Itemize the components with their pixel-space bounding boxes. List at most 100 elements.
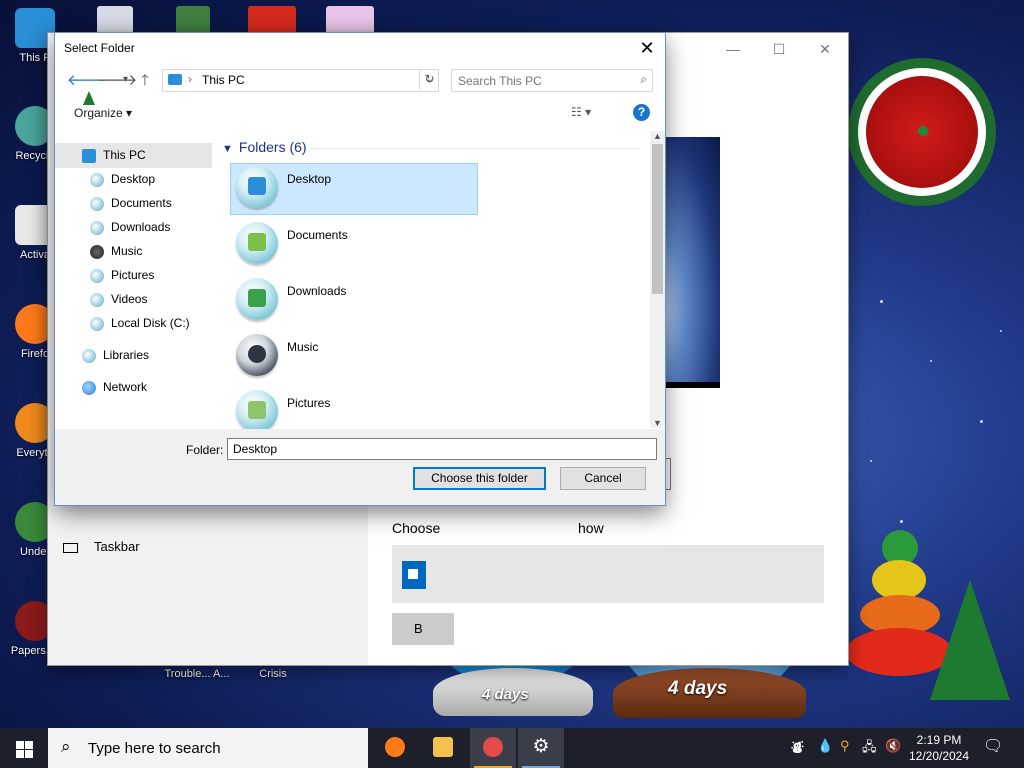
- address-bar[interactable]: › This PC ⌄: [162, 69, 439, 92]
- nav-item-taskbar[interactable]: Taskbar: [63, 539, 140, 554]
- documents-icon: [90, 196, 104, 211]
- choose-fit-label-tail: how: [578, 520, 604, 536]
- windows-logo-icon: [16, 741, 24, 749]
- breadcrumb-separator-icon[interactable]: ›: [188, 72, 192, 86]
- clock-date: 12/20/2024: [908, 749, 970, 763]
- maximize-button[interactable]: ☐: [756, 33, 802, 65]
- minimize-button[interactable]: —: [710, 33, 756, 65]
- music-icon: [90, 244, 104, 259]
- taskbar-firefox[interactable]: [372, 728, 418, 768]
- droplet-icon[interactable]: 💧: [817, 738, 833, 754]
- desktop-icon: [90, 172, 104, 187]
- tree-item-local-disk[interactable]: Local Disk (C:): [90, 312, 190, 334]
- taskbar-file-explorer[interactable]: [420, 728, 466, 768]
- tree-item-desktop[interactable]: Desktop: [90, 168, 155, 190]
- downloads-icon: [90, 220, 104, 235]
- close-button[interactable]: ✕: [802, 33, 848, 65]
- volume-muted-icon[interactable]: 🔇: [885, 738, 901, 754]
- desktop-icon-crisis[interactable]: Crisis: [238, 668, 308, 680]
- folder-item-desktop[interactable]: Desktop: [230, 163, 478, 215]
- christmas-tree-cursor-icon: [83, 91, 95, 105]
- help-icon[interactable]: ?: [633, 104, 650, 121]
- folders-group-header[interactable]: ▼ Folders (6): [222, 139, 307, 155]
- desktop-folder-icon: [236, 166, 278, 208]
- search-tool-icon[interactable]: ⚲: [840, 738, 850, 754]
- scrollbar-thumb[interactable]: [652, 144, 663, 294]
- start-button[interactable]: [0, 728, 48, 768]
- tree-item-videos[interactable]: Videos: [90, 288, 147, 310]
- shortcut-icon[interactable]: [176, 6, 210, 34]
- fit-option-box[interactable]: [392, 545, 824, 603]
- taskbar: ⌕ Type here to search ⚙ ⛇ 💧 ⚲ 🖧 🔇 2:19 P…: [0, 728, 1024, 768]
- system-clock[interactable]: 2:19 PM 12/20/2024: [900, 732, 978, 764]
- tree-item-pictures[interactable]: Pictures: [90, 264, 154, 286]
- downloads-folder-icon: [236, 278, 278, 320]
- search-icon: ⌕: [640, 72, 647, 86]
- folder-item-documents[interactable]: Documents: [230, 219, 478, 271]
- dialog-footer: Folder: Choose this folder Cancel: [55, 429, 665, 505]
- this-pc-icon: [168, 74, 182, 85]
- tree-item-network[interactable]: Network: [82, 376, 147, 398]
- group-divider: [310, 148, 640, 149]
- folder-item-music[interactable]: Music: [230, 331, 478, 383]
- scroll-up-icon[interactable]: ▲: [653, 131, 662, 141]
- browse-button[interactable]: B: [392, 613, 454, 645]
- tree-item-libraries[interactable]: Libraries: [82, 344, 149, 366]
- shortcut-icon[interactable]: [326, 6, 374, 34]
- notifications-icon[interactable]: 🗨: [983, 736, 1003, 756]
- libraries-icon: [82, 348, 96, 363]
- taskbar-icon: [63, 542, 78, 553]
- music-folder-icon: [236, 334, 278, 376]
- taskbar-search-placeholder: Type here to search: [88, 740, 221, 757]
- taskbar-app-close[interactable]: [470, 728, 516, 768]
- option-checkbox[interactable]: [402, 561, 426, 589]
- cancel-button[interactable]: Cancel: [560, 467, 646, 490]
- firefox-icon: [385, 737, 405, 757]
- search-icon: ⌕: [61, 737, 71, 756]
- up-arrow-icon[interactable]: 🡑: [141, 70, 149, 95]
- choose-fit-label: Choose: [392, 520, 441, 536]
- tree-item-this-pc[interactable]: This PC: [82, 144, 146, 166]
- tree-item-downloads[interactable]: Downloads: [90, 216, 170, 238]
- forward-arrow-icon[interactable]: 🡒: [97, 70, 137, 89]
- network-icon[interactable]: 🖧: [862, 738, 877, 760]
- windows-logo-icon: [16, 750, 24, 758]
- gear-icon: ⚙: [532, 736, 550, 757]
- collapse-chevron-icon[interactable]: ▼: [222, 143, 233, 155]
- pictures-folder-icon: [236, 390, 278, 432]
- drive-icon: [90, 316, 104, 331]
- address-text[interactable]: This PC: [202, 73, 245, 87]
- search-input[interactable]: [456, 71, 630, 90]
- windows-logo-icon: [25, 750, 33, 758]
- clock-gadget: [848, 58, 996, 206]
- folder-field[interactable]: [227, 438, 657, 460]
- organize-button[interactable]: Organize ▾: [74, 106, 132, 120]
- people-icon[interactable]: ⛇: [791, 738, 804, 757]
- tree-item-documents[interactable]: Documents: [90, 192, 172, 214]
- dialog-close-button[interactable]: ✕: [635, 37, 659, 61]
- mcdonalds-icon[interactable]: [248, 6, 296, 34]
- network-icon: [82, 380, 96, 395]
- view-options-icon[interactable]: ☷ ▾: [571, 105, 591, 119]
- folder-icon: [433, 737, 453, 757]
- close-app-icon: [483, 737, 503, 757]
- tree-item-music[interactable]: Music: [90, 240, 142, 262]
- desktop-icon-trouble[interactable]: Trouble... A...: [157, 668, 237, 680]
- select-folder-dialog: Select Folder ✕ 🡐 🡒 ▾ 🡑 › This PC ⌄ ↻ ⌕ …: [55, 33, 665, 505]
- countdown-text-left: 4 days: [482, 686, 529, 703]
- folder-view-scrollbar[interactable]: ▲ ▼: [650, 131, 665, 428]
- scroll-down-icon[interactable]: ▼: [653, 418, 662, 428]
- folder-item-downloads[interactable]: Downloads: [230, 275, 478, 327]
- taskbar-search-box[interactable]: ⌕ Type here to search: [48, 728, 368, 768]
- clock-time: 2:19 PM: [916, 733, 962, 747]
- computer-icon: [82, 148, 96, 163]
- search-box[interactable]: ⌕: [451, 69, 653, 92]
- pictures-icon: [90, 268, 104, 283]
- taskbar-settings[interactable]: ⚙: [518, 728, 564, 768]
- pine-tree-decoration: [930, 580, 1010, 700]
- refresh-icon[interactable]: ↻: [419, 69, 439, 90]
- dialog-title: Select Folder: [64, 41, 135, 55]
- shortcut-icon[interactable]: [97, 6, 133, 34]
- choose-this-folder-button[interactable]: Choose this folder: [413, 467, 546, 490]
- recent-locations-chevron-icon[interactable]: ▾: [123, 74, 128, 85]
